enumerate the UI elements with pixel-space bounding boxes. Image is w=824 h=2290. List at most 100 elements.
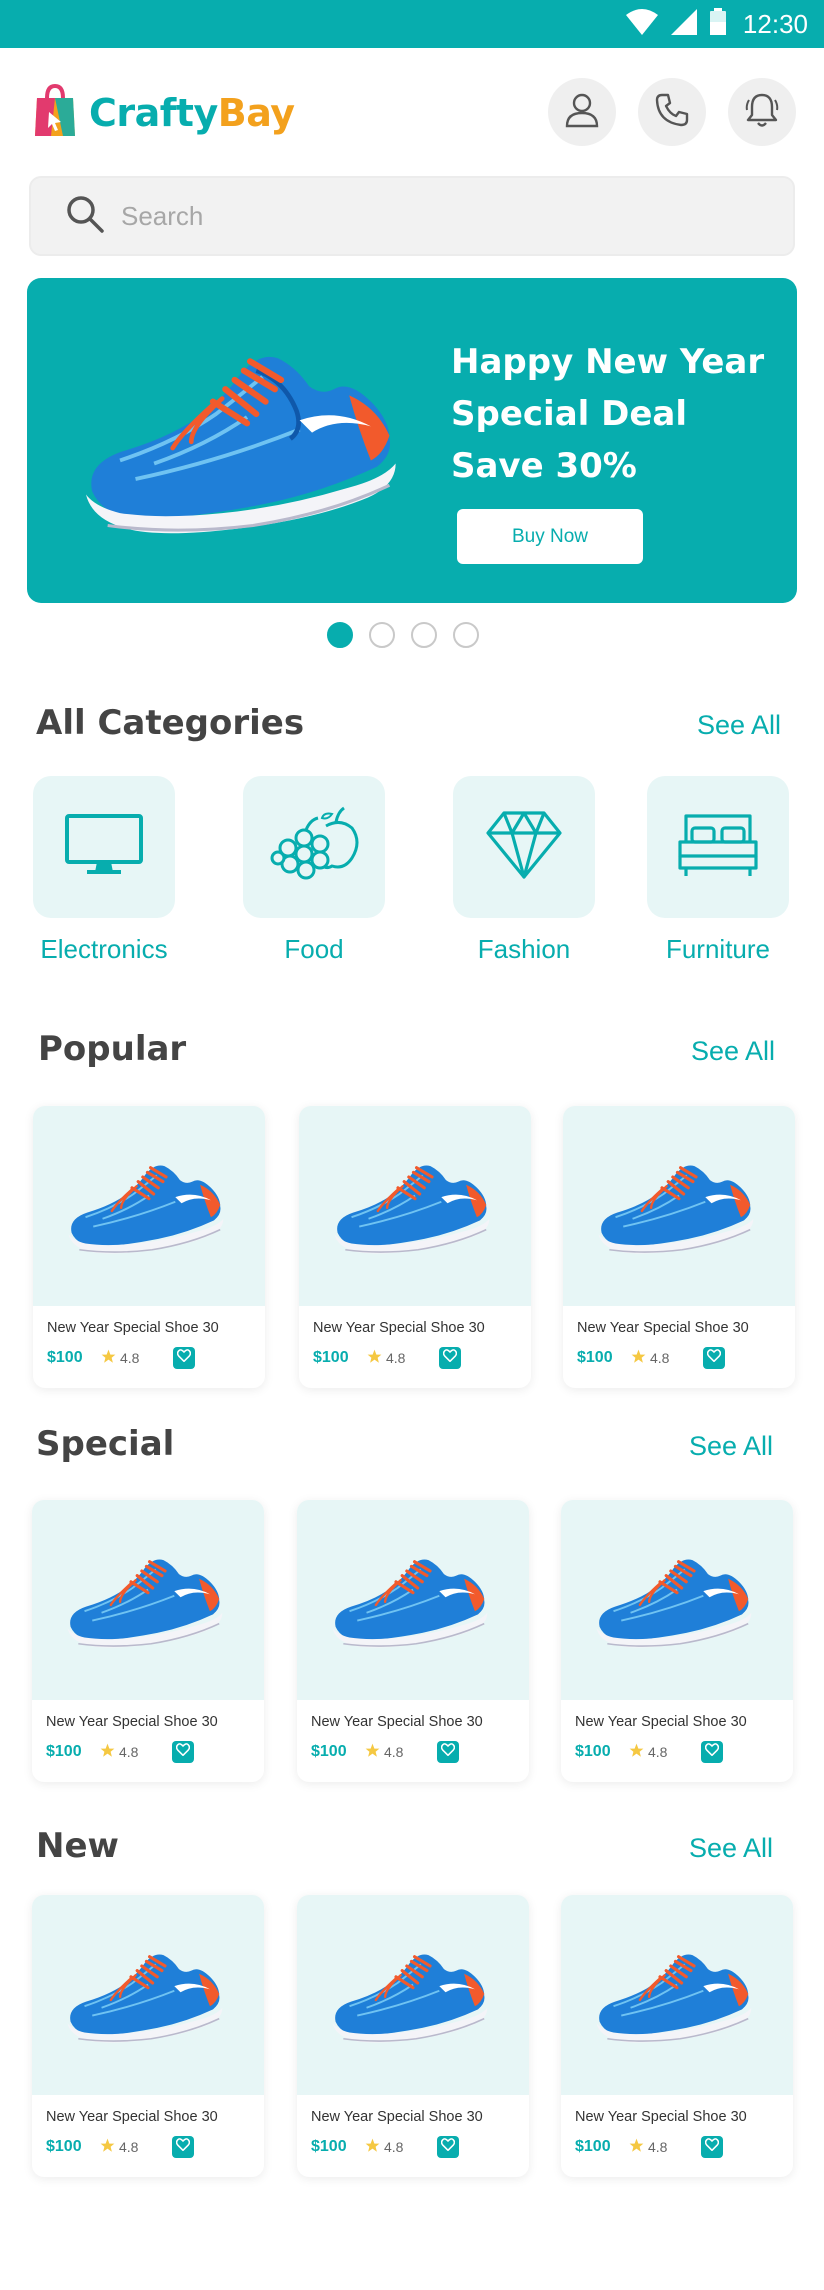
favorite-button[interactable]	[701, 1741, 723, 1763]
popular-section-title: Popular	[38, 1029, 187, 1069]
favorite-button[interactable]	[172, 1741, 194, 1763]
category-icon-box	[33, 776, 175, 918]
search-icon	[65, 194, 105, 239]
rating-value: 4.8	[648, 2139, 668, 2155]
promo-banner[interactable]: Happy New Year Special Deal Save 30% Buy…	[27, 278, 797, 603]
shoe-image	[598, 1165, 754, 1254]
phone-icon	[654, 92, 690, 133]
category-label: Food	[284, 934, 344, 964]
shoe-image	[67, 1954, 223, 2043]
category-icon-box	[243, 776, 385, 918]
heart-icon	[175, 1743, 191, 1761]
product-name: New Year Special Shoe 30	[577, 1320, 749, 1336]
wifi-icon	[625, 8, 659, 41]
product-rating: 4.8	[365, 1743, 437, 1761]
product-name: New Year Special Shoe 30	[575, 1714, 747, 1730]
category-electronics[interactable]: Electronics	[33, 776, 175, 965]
product-rating: 4.8	[629, 1743, 701, 1761]
product-meta: $100 4.8	[46, 1740, 254, 1764]
buy-now-button[interactable]: Buy Now	[457, 509, 643, 564]
rating-value: 4.8	[119, 2139, 139, 2155]
search-input[interactable]	[121, 200, 721, 232]
product-image	[297, 1895, 529, 2095]
banner-shoe-image	[67, 318, 427, 563]
search-bar[interactable]	[29, 176, 795, 256]
product-name: New Year Special Shoe 30	[47, 1320, 219, 1336]
category-icon-box	[453, 776, 595, 918]
favorite-button[interactable]	[439, 1347, 461, 1369]
favorite-button[interactable]	[172, 2136, 194, 2158]
fruit-icon	[266, 804, 362, 891]
popular-see-all-link[interactable]: See All	[691, 1036, 775, 1067]
star-icon	[367, 1349, 382, 1367]
star-icon	[100, 2138, 115, 2156]
special-see-all-link[interactable]: See All	[689, 1431, 773, 1462]
favorite-button[interactable]	[701, 2136, 723, 2158]
carousel-dot[interactable]	[411, 622, 437, 648]
profile-button[interactable]	[548, 78, 616, 146]
shopping-bag-icon	[33, 82, 77, 143]
product-card[interactable]: New Year Special Shoe 30 $100 4.8	[563, 1106, 795, 1388]
product-image	[32, 1500, 264, 1700]
category-label: Electronics	[40, 934, 168, 964]
product-price: $100	[575, 2138, 611, 2155]
product-price: $100	[46, 2138, 82, 2155]
favorite-button[interactable]	[437, 1741, 459, 1763]
shoe-image	[67, 1559, 223, 1648]
product-rating: 4.8	[101, 1349, 173, 1367]
star-icon	[629, 1743, 644, 1761]
product-image	[33, 1106, 265, 1306]
category-icon-box	[647, 776, 789, 918]
categories-see-all-link[interactable]: See All	[697, 710, 781, 741]
shoe-image	[596, 1954, 752, 2043]
product-price: $100	[577, 1349, 613, 1366]
call-button[interactable]	[638, 78, 706, 146]
product-card[interactable]: New Year Special Shoe 30 $100 4.8	[33, 1106, 265, 1388]
notifications-button[interactable]	[728, 78, 796, 146]
star-icon	[631, 1349, 646, 1367]
new-section-title: New	[36, 1826, 119, 1866]
product-card[interactable]: New Year Special Shoe 30 $100 4.8	[561, 1895, 793, 2177]
product-card[interactable]: New Year Special Shoe 30 $100 4.8	[32, 1895, 264, 2177]
rating-value: 4.8	[648, 1744, 668, 1760]
product-name: New Year Special Shoe 30	[311, 2109, 483, 2125]
product-price: $100	[46, 1743, 82, 1760]
product-card[interactable]: New Year Special Shoe 30 $100 4.8	[561, 1500, 793, 1782]
product-price: $100	[575, 1743, 611, 1760]
product-name: New Year Special Shoe 30	[311, 1714, 483, 1730]
bell-icon	[743, 91, 781, 134]
product-card[interactable]: New Year Special Shoe 30 $100 4.8	[32, 1500, 264, 1782]
heart-icon	[704, 2138, 720, 2156]
product-card[interactable]: New Year Special Shoe 30 $100 4.8	[297, 1500, 529, 1782]
favorite-button[interactable]	[173, 1347, 195, 1369]
favorite-button[interactable]	[437, 2136, 459, 2158]
brand-name: CraftyBay	[89, 91, 295, 135]
heart-icon	[175, 2138, 191, 2156]
product-image	[297, 1500, 529, 1700]
product-name: New Year Special Shoe 30	[46, 2109, 218, 2125]
product-card[interactable]: New Year Special Shoe 30 $100 4.8	[299, 1106, 531, 1388]
heart-icon	[440, 1743, 456, 1761]
product-meta: $100 4.8	[311, 2135, 519, 2159]
product-image	[563, 1106, 795, 1306]
favorite-button[interactable]	[703, 1347, 725, 1369]
heart-icon	[442, 1349, 458, 1367]
carousel-indicators	[327, 622, 479, 648]
product-image	[299, 1106, 531, 1306]
product-card[interactable]: New Year Special Shoe 30 $100 4.8	[297, 1895, 529, 2177]
new-see-all-link[interactable]: See All	[689, 1833, 773, 1864]
rating-value: 4.8	[119, 1744, 139, 1760]
carousel-dot[interactable]	[453, 622, 479, 648]
heart-icon	[704, 1743, 720, 1761]
carousel-dot[interactable]	[369, 622, 395, 648]
battery-icon	[709, 7, 727, 41]
star-icon	[101, 1349, 116, 1367]
brand-logo[interactable]: CraftyBay	[33, 82, 295, 143]
category-furniture[interactable]: Furniture	[647, 776, 789, 965]
category-food[interactable]: Food	[243, 776, 385, 965]
carousel-dot[interactable]	[327, 622, 353, 648]
product-meta: $100 4.8	[313, 1346, 521, 1370]
signal-icon	[669, 8, 699, 41]
category-fashion[interactable]: Fashion	[453, 776, 595, 965]
rating-value: 4.8	[384, 2139, 404, 2155]
